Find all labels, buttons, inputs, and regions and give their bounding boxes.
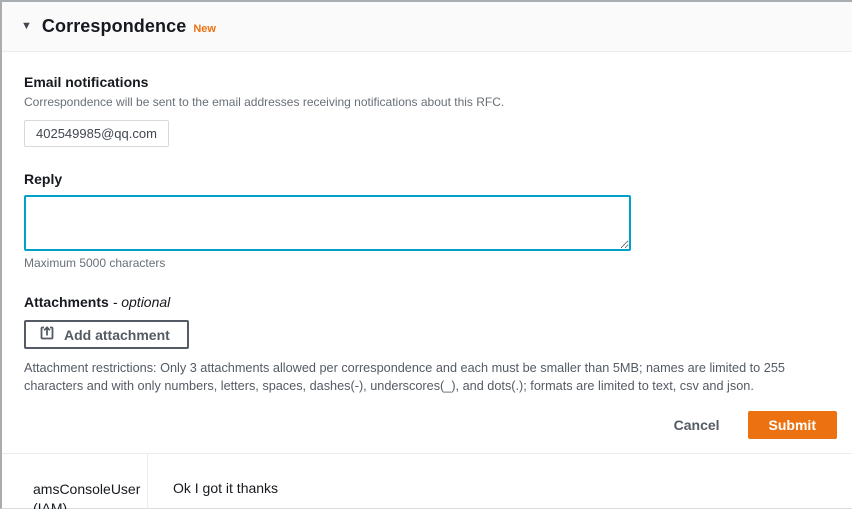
correspondence-history-item: amsConsoleUser (IAM) 17 hours ago Ok I g… <box>2 454 852 509</box>
email-address-chip: 402549985@qq.com <box>24 120 169 147</box>
submit-button[interactable]: Submit <box>748 411 837 439</box>
new-badge: New <box>193 19 216 35</box>
form-actions: Cancel Submit <box>24 411 837 439</box>
email-notifications-field: Email notifications Correspondence will … <box>24 73 837 147</box>
reply-label: Reply <box>24 170 837 188</box>
add-attachment-button[interactable]: Add attachment <box>24 320 189 349</box>
reply-textarea[interactable] <box>24 195 631 251</box>
history-author-cell: amsConsoleUser (IAM) 17 hours ago <box>2 454 148 509</box>
email-notifications-description: Correspondence will be sent to the email… <box>24 94 837 111</box>
section-title: Correspondence <box>42 16 186 37</box>
attachments-optional-text: - optional <box>113 294 171 310</box>
history-message: Ok I got it thanks <box>173 479 832 498</box>
history-author: amsConsoleUser (IAM) <box>33 480 139 509</box>
correspondence-form: Email notifications Correspondence will … <box>2 52 852 439</box>
attachment-restrictions: Attachment restrictions: Only 3 attachme… <box>24 360 837 395</box>
correspondence-panel: ▼ Correspondence New Email notifications… <box>0 0 852 509</box>
reply-hint: Maximum 5000 characters <box>24 256 837 270</box>
cancel-button[interactable]: Cancel <box>672 413 722 437</box>
attachments-label-text: Attachments <box>24 294 109 310</box>
upload-icon <box>39 325 55 344</box>
add-attachment-label: Add attachment <box>64 327 170 343</box>
caret-down-icon: ▼ <box>21 21 32 32</box>
attachments-label: Attachments - optional <box>24 293 837 311</box>
history-message-cell: Ok I got it thanks Attachments: testTxt_… <box>148 454 852 509</box>
attachments-field: Attachments - optional Add attachment At… <box>24 293 837 395</box>
reply-field: Reply Maximum 5000 characters <box>24 170 837 270</box>
email-notifications-label: Email notifications <box>24 73 837 91</box>
section-header-correspondence[interactable]: ▼ Correspondence New <box>2 2 852 52</box>
